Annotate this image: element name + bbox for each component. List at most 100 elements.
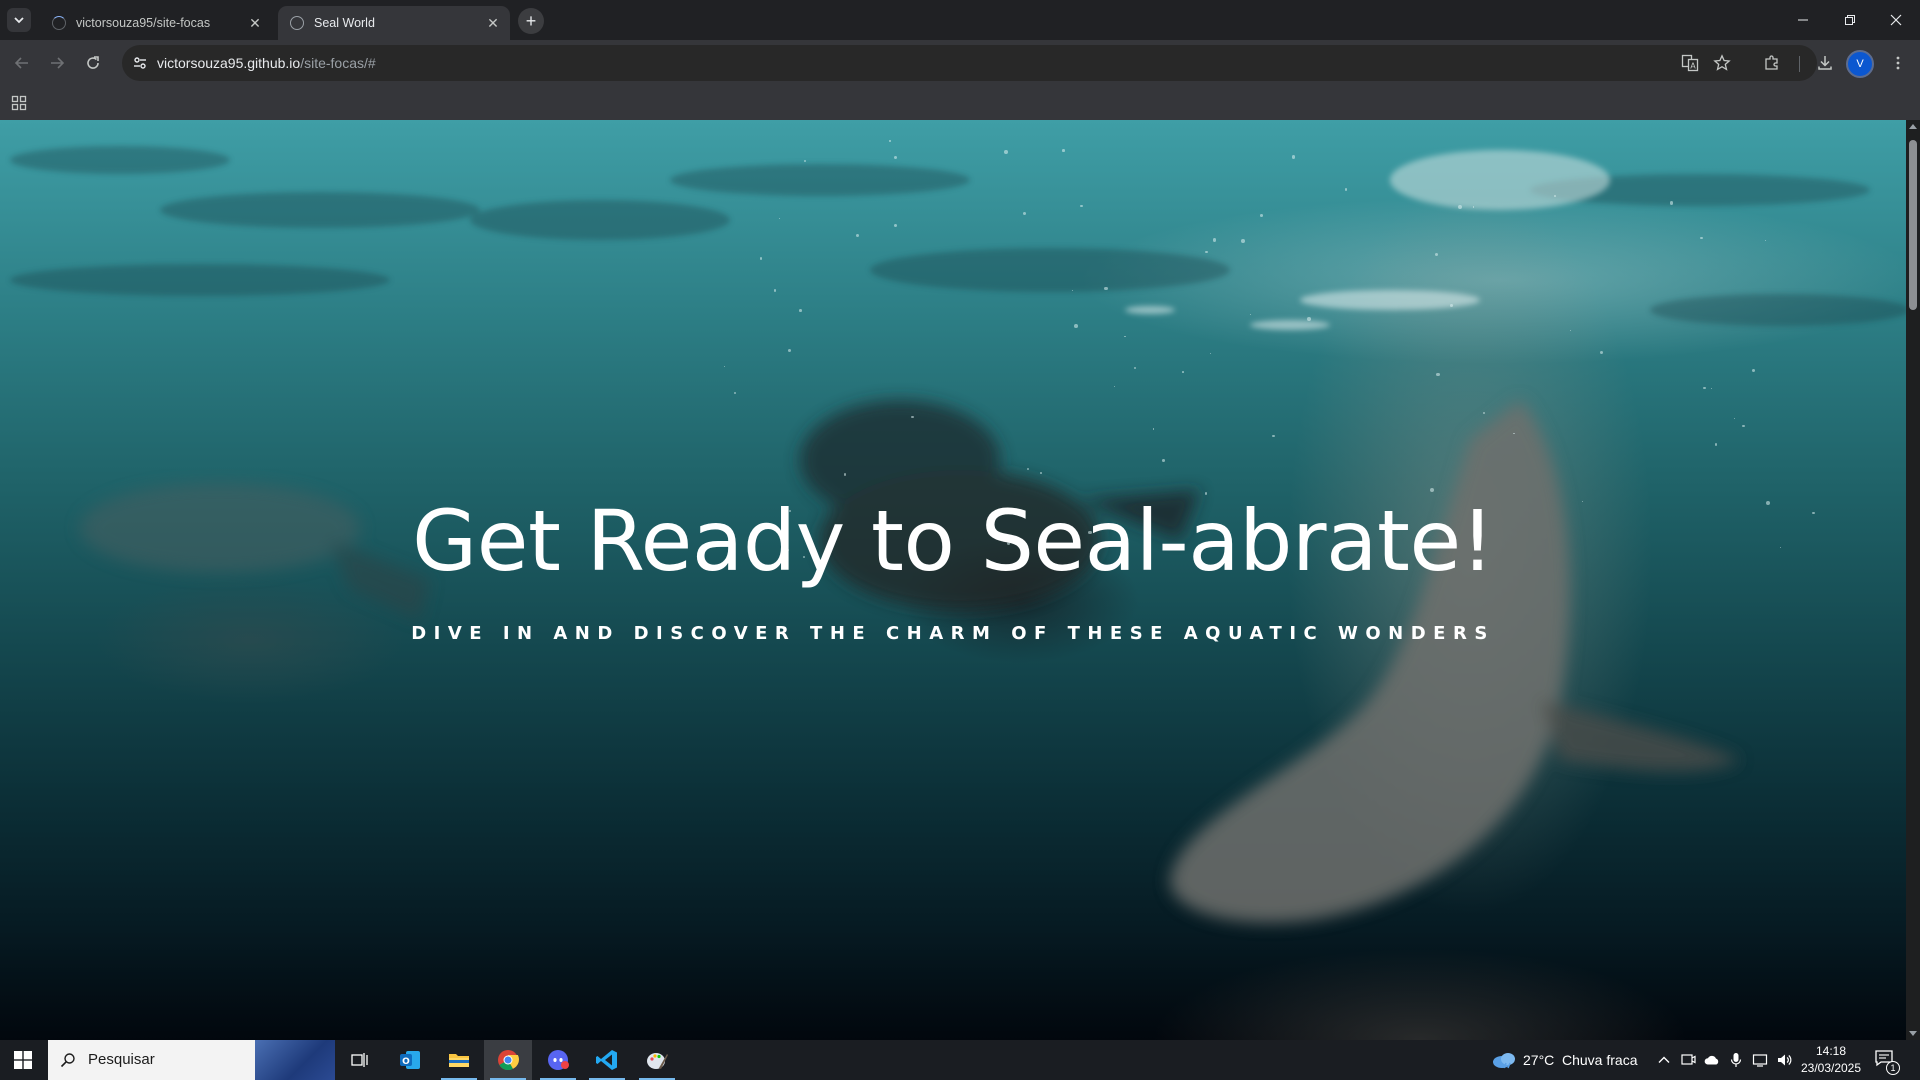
downloads-button[interactable] — [1811, 49, 1839, 77]
forward-button[interactable] — [43, 49, 71, 77]
bubble-sparkle — [1436, 372, 1440, 377]
bubble-sparkle — [1040, 472, 1043, 474]
bubble-sparkle — [1714, 443, 1718, 446]
bookmarks-bar — [0, 86, 1920, 120]
taskbar-paint[interactable] — [633, 1040, 681, 1080]
hero-subtitle: DIVE IN AND DISCOVER THE CHARM OF THESE … — [411, 623, 1495, 644]
weather-cloud-icon[interactable] — [1492, 1050, 1518, 1070]
restore-button[interactable] — [1827, 0, 1873, 40]
taskbar-file-explorer[interactable] — [435, 1040, 483, 1080]
page-scrollbar[interactable] — [1906, 120, 1920, 1040]
vscode-icon — [596, 1050, 617, 1070]
bubble-sparkle — [1260, 214, 1264, 217]
bubble-sparkle — [1450, 304, 1453, 308]
system-clock[interactable]: 14:18 23/03/2025 — [1796, 1043, 1866, 1077]
close-tab-icon[interactable]: ✕ — [484, 14, 502, 32]
profile-avatar[interactable]: V — [1846, 50, 1874, 78]
taskbar-vscode[interactable] — [583, 1040, 631, 1080]
arrow-left-icon — [14, 57, 28, 69]
tab-seal-world[interactable]: Seal World ✕ — [278, 6, 510, 40]
reload-button[interactable] — [79, 49, 107, 77]
folder-icon — [449, 1054, 469, 1067]
extensions-button[interactable] — [1758, 49, 1786, 77]
notification-count-badge: 1 — [1886, 1061, 1900, 1075]
bubble-sparkle — [1669, 201, 1674, 205]
scroll-down-arrow-icon[interactable] — [1909, 1031, 1917, 1036]
bubble-sparkle — [1569, 329, 1571, 331]
minimize-button[interactable] — [1780, 0, 1826, 40]
task-view-button[interactable] — [336, 1040, 384, 1080]
weather-temperature[interactable]: 27°C — [1523, 1052, 1554, 1068]
hero-section: Get Ready to Seal-abrate! DIVE IN AND DI… — [0, 120, 1906, 1040]
bubble-sparkle — [893, 224, 897, 228]
bubble-sparkle — [1161, 458, 1165, 462]
bubble-sparkle — [1062, 149, 1065, 152]
bubble-sparkle — [1205, 250, 1208, 254]
globe-favicon-icon — [290, 16, 304, 30]
svg-text:A: A — [1690, 62, 1696, 71]
outlook-icon: O — [400, 1051, 420, 1069]
close-icon — [1890, 14, 1902, 26]
bubble-sparkle — [1241, 239, 1245, 243]
speaker-volume-icon[interactable] — [1776, 1052, 1792, 1068]
clock-time: 14:18 — [1815, 1044, 1847, 1058]
url-text[interactable]: victorsouza95.github.io/site-focas/# — [157, 55, 376, 71]
hero-title: Get Ready to Seal-abrate! — [412, 492, 1494, 590]
address-bar[interactable]: victorsouza95.github.io/site-focas/# A — [122, 45, 1817, 81]
bubble-sparkle — [843, 473, 847, 476]
bubble-sparkle — [1710, 387, 1712, 389]
tab-github[interactable]: victorsouza95/site-focas ✕ — [40, 6, 272, 40]
bubble-sparkle — [1435, 252, 1439, 256]
profile-initial: V — [1856, 58, 1864, 70]
translate-icon[interactable]: A — [1678, 51, 1702, 75]
bubble-sparkle — [1022, 211, 1026, 215]
bubble-sparkle — [1152, 428, 1155, 430]
taskbar-chrome[interactable] — [484, 1040, 532, 1080]
download-icon — [1818, 56, 1832, 70]
bubble-sparkle — [773, 289, 777, 292]
microphone-icon[interactable] — [1728, 1052, 1744, 1068]
site-info-icon[interactable] — [130, 53, 150, 73]
arrow-right-icon — [51, 57, 65, 69]
bubble-sparkle — [1742, 424, 1745, 428]
bubble-sparkle — [1073, 324, 1078, 328]
apps-grid-icon[interactable] — [11, 95, 27, 111]
bubble-sparkle — [733, 392, 736, 395]
menu-button[interactable] — [1884, 49, 1912, 77]
tab-search-button[interactable] — [7, 8, 31, 32]
tab-title: victorsouza95/site-focas — [76, 16, 211, 30]
close-tab-icon[interactable]: ✕ — [246, 14, 264, 32]
minimize-icon — [1798, 19, 1808, 21]
bubble-sparkle — [1113, 386, 1115, 388]
toolbar-divider — [1799, 56, 1800, 72]
taskbar-search[interactable]: Pesquisar — [48, 1040, 335, 1080]
scroll-up-arrow-icon[interactable] — [1909, 124, 1917, 129]
back-button[interactable] — [8, 49, 36, 77]
bubble-sparkle — [1291, 154, 1296, 159]
search-highlight-illustration — [255, 1040, 335, 1080]
browser-toolbar: victorsouza95.github.io/site-focas/# A V — [0, 40, 1920, 86]
bubble-sparkle — [889, 140, 891, 142]
new-tab-button[interactable]: + — [518, 8, 544, 34]
chevron-up-icon[interactable] — [1656, 1052, 1672, 1068]
meet-camera-icon[interactable] — [1680, 1052, 1696, 1068]
scroll-thumb[interactable] — [1909, 140, 1917, 310]
url-host: victorsouza95.github.io — [157, 55, 301, 71]
taskbar-outlook[interactable]: O — [386, 1040, 434, 1080]
onedrive-cloud-icon[interactable] — [1704, 1052, 1720, 1068]
bubble-sparkle — [1212, 237, 1217, 242]
chevron-down-icon — [14, 17, 24, 24]
paint-palette-icon — [647, 1053, 668, 1069]
weather-condition[interactable]: Chuva fraca — [1562, 1052, 1637, 1068]
taskbar-discord[interactable] — [534, 1040, 582, 1080]
close-window-button[interactable] — [1873, 0, 1919, 40]
bubble-sparkle — [1182, 371, 1184, 373]
search-placeholder: Pesquisar — [88, 1051, 155, 1068]
bookmark-star-icon[interactable] — [1710, 51, 1734, 75]
chrome-icon — [498, 1050, 519, 1071]
bubble-sparkle — [1004, 150, 1008, 154]
start-button[interactable] — [0, 1040, 46, 1080]
network-icon[interactable] — [1752, 1052, 1768, 1068]
windows-logo-icon — [14, 1051, 32, 1069]
clock-date: 23/03/2025 — [1800, 1061, 1862, 1075]
